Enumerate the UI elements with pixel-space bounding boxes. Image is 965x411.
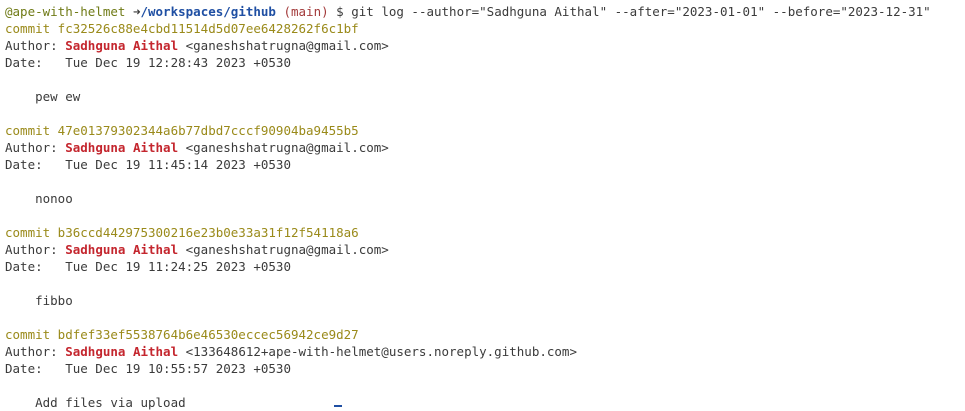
commit-message: Add files via upload <box>5 395 186 410</box>
prompt-arrow-icon: ➜ <box>125 4 141 19</box>
commit-entry: commit 47e01379302344a6b77dbd7cccf90904b… <box>5 122 965 224</box>
commit-hash-line: commit 47e01379302344a6b77dbd7cccf90904b… <box>5 123 359 138</box>
author-label: Author: <box>5 242 66 257</box>
prompt-branch: (main) <box>283 4 329 19</box>
commit-message: pew ew <box>5 89 81 104</box>
commit-hash-line: commit fc32526c88e4cbd11514d5d07ee642826… <box>5 21 359 36</box>
author-name: Sadhguna Aithal <box>65 242 179 257</box>
terminal-output[interactable]: @ape-with-helmet ➜/workspaces/github (ma… <box>0 0 965 410</box>
author-name: Sadhguna Aithal <box>65 140 179 155</box>
date-line: Date: Tue Dec 19 12:28:43 2023 +0530 <box>5 55 291 70</box>
commit-message: nonoo <box>5 191 73 206</box>
commit-entry: commit b36ccd442975300216e23b0e33a31f12f… <box>5 224 965 326</box>
author-line: Author: Sadhguna Aithal <133648612+ape-w… <box>5 343 965 360</box>
commit-message: fibbo <box>5 293 73 308</box>
author-line: Author: Sadhguna Aithal <ganeshshatrugna… <box>5 241 965 258</box>
date-line: Date: Tue Dec 19 11:45:14 2023 +0530 <box>5 157 291 172</box>
commit-entry: commit bdfef33ef5538764b6e46530eccec5694… <box>5 326 965 411</box>
date-line: Date: Tue Dec 19 10:55:57 2023 +0530 <box>5 361 291 376</box>
author-line: Author: Sadhguna Aithal <ganeshshatrugna… <box>5 37 965 54</box>
prompt-user: @ape-with-helmet <box>5 4 126 19</box>
date-line: Date: Tue Dec 19 11:24:25 2023 +0530 <box>5 259 291 274</box>
author-email: <ganeshshatrugna@gmail.com> <box>178 38 389 53</box>
author-line: Author: Sadhguna Aithal <ganeshshatrugna… <box>5 139 965 156</box>
author-label: Author: <box>5 38 66 53</box>
author-label: Author: <box>5 140 66 155</box>
author-label: Author: <box>5 344 66 359</box>
author-email: <133648612+ape-with-helmet@users.noreply… <box>178 344 577 359</box>
author-name: Sadhguna Aithal <box>65 38 179 53</box>
commit-entry: commit fc32526c88e4cbd11514d5d07ee642826… <box>5 20 965 122</box>
author-name: Sadhguna Aithal <box>65 344 179 359</box>
commit-hash-line: commit b36ccd442975300216e23b0e33a31f12f… <box>5 225 359 240</box>
author-email: <ganeshshatrugna@gmail.com> <box>178 242 389 257</box>
prompt-path: /workspaces/github <box>140 4 276 19</box>
terminal-cursor <box>334 405 342 407</box>
command-prompt-line: @ape-with-helmet ➜/workspaces/github (ma… <box>5 3 965 20</box>
author-email: <ganeshshatrugna@gmail.com> <box>178 140 389 155</box>
command-text: $ git log --author="Sadhguna Aithal" --a… <box>328 4 931 19</box>
commit-hash-line: commit bdfef33ef5538764b6e46530eccec5694… <box>5 327 359 342</box>
